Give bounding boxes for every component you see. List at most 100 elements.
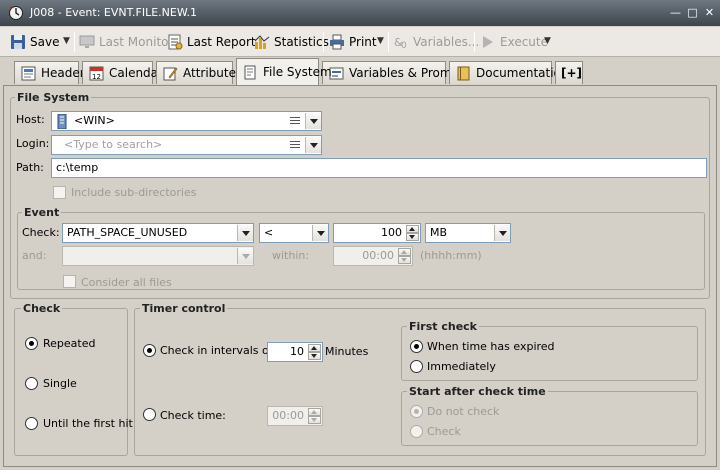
immediately-label: Immediately [427, 360, 496, 373]
interval-value: 10 [290, 345, 304, 358]
report-icon [168, 34, 183, 50]
within-input[interactable]: 00:00 [333, 246, 413, 266]
last-report-label: Last Report [187, 35, 256, 49]
toolbar: Save ▼ Last Monitor Last Report Statisti… [0, 27, 720, 57]
interval-spinner[interactable] [308, 344, 321, 360]
when-time-expired-radio[interactable] [410, 340, 423, 353]
check-type-dropdown-arrow[interactable] [237, 225, 253, 241]
first-check-group-label: First check [407, 320, 479, 333]
until-first-hit-label: Until the first hit [43, 417, 133, 430]
include-subdirs-checkbox[interactable] [53, 186, 66, 199]
tab-attributes[interactable]: Attributes [156, 61, 242, 84]
within-value: 00:00 [362, 249, 394, 262]
login-list-icon[interactable] [287, 137, 303, 153]
floppy-disk-icon [11, 35, 25, 49]
file-system-icon [244, 65, 256, 80]
check-radio[interactable] [410, 425, 423, 438]
print-label: Print [349, 35, 377, 49]
check-type-select[interactable]: PATH_SPACE_UNUSED [62, 223, 254, 243]
when-time-expired-label: When time has expired [427, 340, 555, 353]
print-button[interactable]: Print [329, 34, 377, 51]
toolbar-separator [388, 32, 389, 52]
tab-file-system[interactable]: File System [236, 58, 332, 85]
amount-input[interactable]: 100 [333, 223, 421, 243]
last-monitor-button[interactable]: Last Monitor [79, 34, 173, 51]
check-group-label: Check [21, 302, 63, 315]
host-list-icon[interactable] [287, 113, 303, 129]
play-icon [483, 36, 493, 48]
attributes-pencil-icon [163, 67, 178, 81]
login-placeholder: <Type to search> [64, 138, 163, 151]
variables-button[interactable]: & 0 Variables... [393, 34, 479, 51]
tab-variables-prompts[interactable]: Variables & Prompts [322, 61, 470, 84]
single-label: Single [43, 377, 77, 390]
header-tab-icon [21, 66, 36, 81]
execute-dropdown-arrow[interactable]: ▼ [544, 36, 551, 46]
do-not-check-radio[interactable] [410, 405, 423, 418]
interval-input[interactable]: 10 [267, 342, 323, 362]
immediately-radio[interactable] [410, 360, 423, 373]
close-button[interactable]: ✕ [703, 6, 716, 19]
operator-dropdown-arrow[interactable] [312, 225, 328, 241]
check-option-label: Check [427, 425, 461, 438]
variables-label: Variables... [413, 35, 480, 49]
operator-select[interactable]: < [259, 223, 329, 243]
amount-spinner[interactable] [406, 225, 419, 241]
save-button[interactable]: Save [10, 34, 59, 51]
check-time-radio[interactable] [143, 408, 156, 421]
interval-label: Check in intervals of: [160, 344, 276, 357]
consider-all-files-checkbox[interactable] [63, 275, 76, 288]
window-title: J008 - Event: EVNT.FILE.NEW.1 [30, 6, 197, 19]
login-dropdown-arrow[interactable] [305, 137, 321, 153]
file-system-panel: File System Host: <WIN> Login: <Type to … [3, 85, 717, 467]
tab-add-label: [+] [561, 66, 583, 80]
last-report-button[interactable]: Last Report [167, 34, 256, 51]
svg-text:0: 0 [401, 41, 407, 50]
host-field[interactable]: <WIN> [51, 111, 322, 131]
minimize-button[interactable]: — [669, 6, 682, 19]
host-dropdown-arrow[interactable] [305, 113, 321, 129]
unit-value: MB [430, 226, 448, 239]
repeated-radio[interactable] [25, 337, 38, 350]
toolbar-separator [323, 32, 324, 52]
timer-control-group-label: Timer control [140, 302, 228, 315]
statistics-button[interactable]: Statistics [254, 34, 329, 51]
tab-calendar[interactable]: 12 Calendar [82, 61, 163, 84]
and-select[interactable] [62, 246, 254, 266]
path-input[interactable]: c:\temp [51, 158, 707, 178]
tab-documentation[interactable]: Documentation [449, 61, 569, 84]
single-radio[interactable] [25, 377, 38, 390]
check-time-input[interactable]: 00:00 [267, 406, 323, 426]
interval-radio[interactable] [143, 344, 156, 357]
unit-dropdown-arrow[interactable] [494, 225, 510, 241]
app-icon [9, 6, 23, 20]
check-type-value: PATH_SPACE_UNUSED [67, 226, 188, 239]
save-dropdown-arrow[interactable]: ▼ [63, 36, 70, 46]
host-label: Host: [16, 113, 45, 126]
monitor-icon [79, 35, 95, 48]
check-time-spinner[interactable] [308, 408, 321, 424]
print-dropdown-arrow[interactable]: ▼ [377, 36, 384, 46]
event-group-label: Event [22, 206, 62, 219]
unit-select[interactable]: MB [425, 223, 511, 243]
tab-header[interactable]: Header [14, 61, 85, 84]
execute-label: Execute [500, 35, 548, 49]
statistics-chart-icon [254, 35, 270, 49]
start-after-group-label: Start after check time [407, 385, 548, 398]
within-spinner[interactable] [398, 248, 411, 264]
server-host-icon [57, 114, 67, 129]
and-dropdown-arrow[interactable] [237, 248, 253, 264]
until-first-hit-radio[interactable] [25, 417, 38, 430]
last-monitor-label: Last Monitor [99, 35, 174, 49]
tab-add[interactable]: [+] [555, 61, 583, 84]
file-system-group-label: File System [15, 91, 92, 104]
documentation-book-icon [457, 66, 470, 81]
check-time-label: Check time: [160, 409, 226, 422]
execute-button[interactable]: Execute [480, 34, 548, 51]
variables-icon: & 0 [394, 36, 407, 50]
maximize-button[interactable]: □ [686, 6, 699, 19]
interval-unit-label: Minutes [325, 345, 369, 358]
title-bar: J008 - Event: EVNT.FILE.NEW.1 — □ ✕ [0, 0, 720, 26]
login-field[interactable]: <Type to search> [51, 135, 322, 155]
amount-value: 100 [381, 226, 402, 239]
